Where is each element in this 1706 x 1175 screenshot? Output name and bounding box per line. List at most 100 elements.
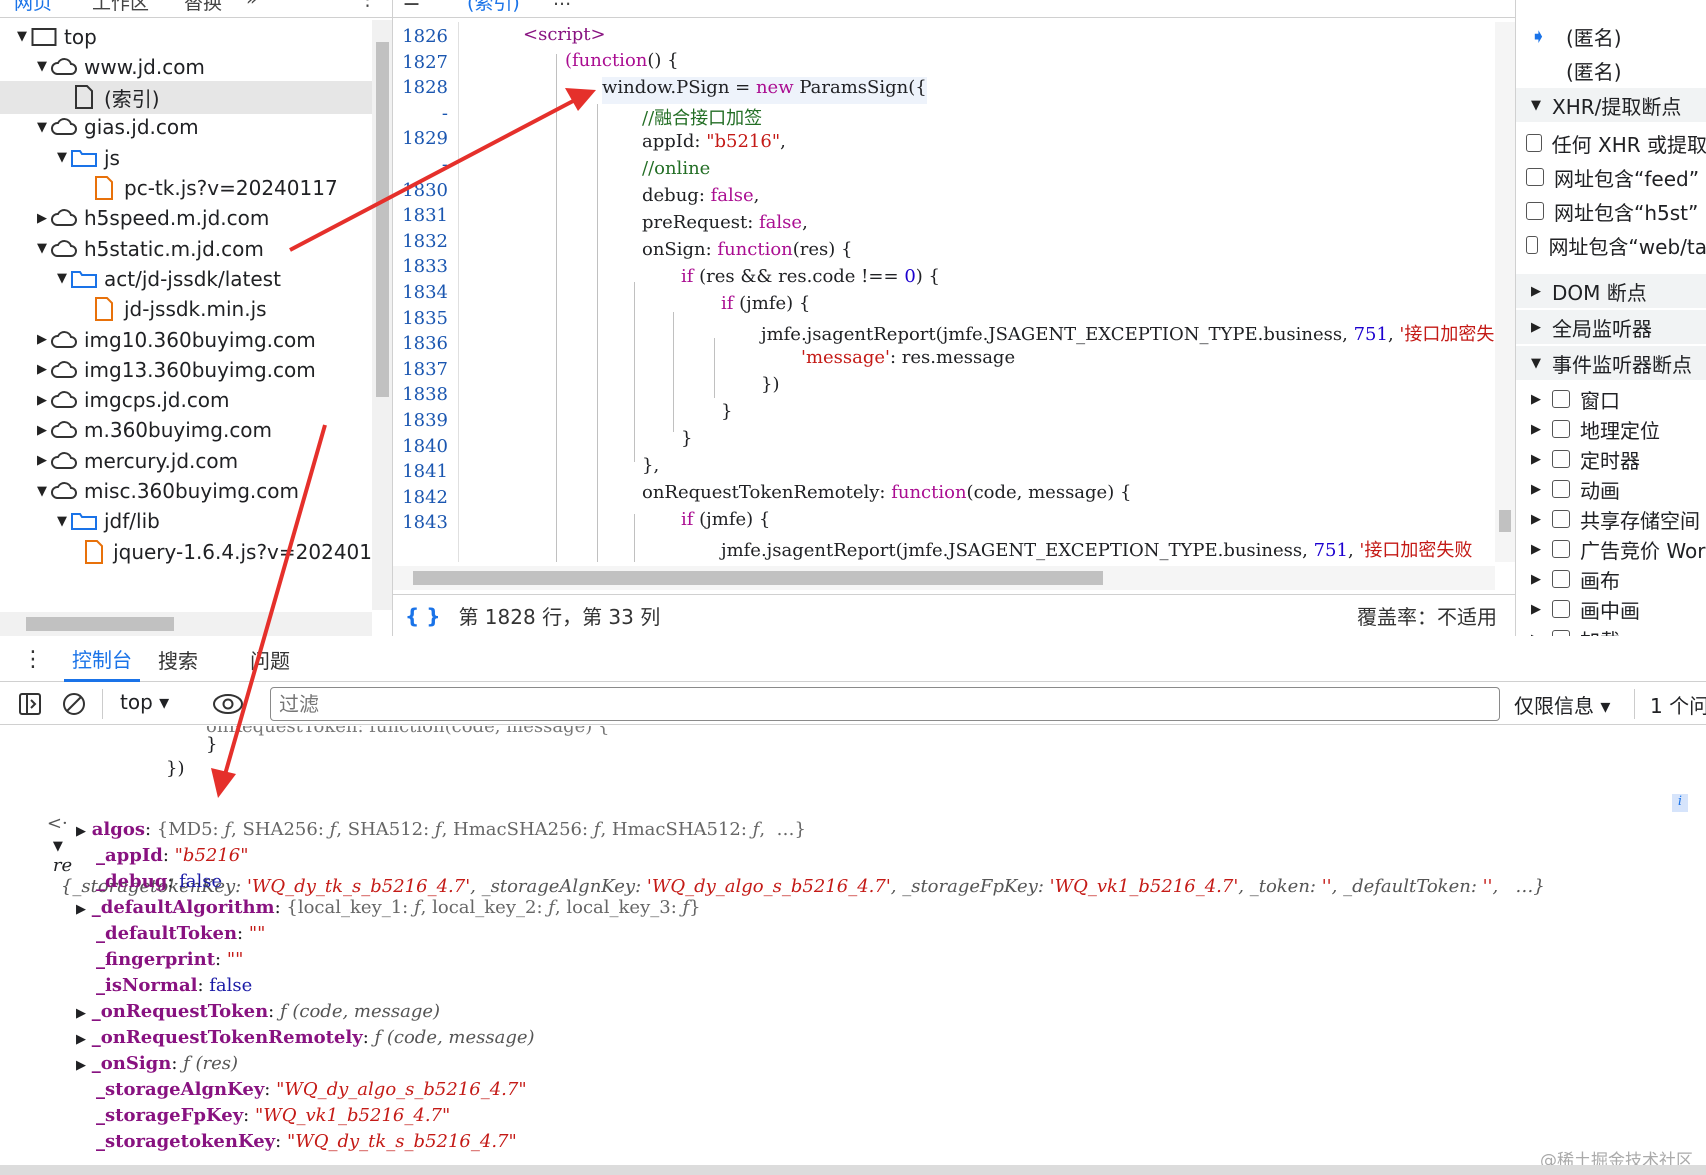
tree-item[interactable]: ▼ gias.jd.com (0, 111, 372, 144)
xhr-breakpoint-item[interactable]: 网址包含“h5st” (1516, 194, 1706, 228)
clear-console-icon[interactable] (62, 692, 86, 716)
event-listener-breakpoints-header[interactable]: ▼ 事件监听器断点 (1516, 346, 1706, 380)
nav-tab-page[interactable]: 网页 (14, 0, 52, 15)
line-number[interactable]: 1840 (402, 436, 448, 457)
expand-right-icon[interactable]: ▶ (34, 423, 50, 438)
code-content[interactable]: <script> (function() { window.PSign = ne… (459, 22, 1495, 562)
checkbox[interactable] (1526, 168, 1544, 186)
expand-right-icon[interactable]: ▶ (34, 332, 50, 347)
more-options-icon[interactable]: ⋮ (358, 0, 377, 10)
line-number[interactable]: 1838 (402, 384, 448, 405)
log-level-dropdown[interactable]: 仅限信息 ▾ (1514, 690, 1610, 719)
line-number[interactable]: 1828 (402, 77, 448, 98)
line-number[interactable]: - (442, 103, 448, 124)
tab-search[interactable]: 搜索 (158, 637, 198, 682)
global-listeners-header[interactable]: ▶ 全局监听器 (1516, 310, 1706, 344)
eye-icon[interactable] (212, 692, 244, 716)
tree-item[interactable]: ▼ js (0, 141, 372, 174)
editor-tab-more[interactable]: ... (553, 0, 571, 10)
line-number[interactable]: 1826 (402, 26, 448, 47)
checkbox[interactable] (1552, 450, 1570, 468)
expand-right-icon[interactable]: ▶ (1528, 572, 1544, 587)
tree-item[interactable]: (索引) (0, 80, 372, 114)
expand-right-icon[interactable]: ▶ (1528, 542, 1544, 557)
checkbox[interactable] (1526, 236, 1539, 254)
tree-item[interactable]: ▶ img10.360buyimg.com (0, 323, 372, 356)
tree-item[interactable]: pc-tk.js?v=20240117 (0, 172, 372, 205)
line-number[interactable]: 1839 (402, 410, 448, 431)
expand-down-icon[interactable]: ▼ (34, 120, 50, 135)
sidebar-toggle-icon[interactable] (18, 692, 42, 716)
tree-item[interactable]: ▼ act/jd-jssdk/latest (0, 262, 372, 295)
event-breakpoint-item[interactable]: ▶ 定时器 (1516, 444, 1706, 474)
event-breakpoint-item[interactable]: ▶ 广告竞价 Wor (1516, 534, 1706, 564)
editor-menu-icon[interactable]: ☰ (403, 0, 420, 10)
event-breakpoint-item[interactable]: ▶ 窗口 (1516, 384, 1706, 414)
checkbox[interactable] (1552, 420, 1570, 438)
expand-right-icon[interactable]: ▶ (34, 393, 50, 408)
expand-down-icon[interactable]: ▼ (34, 241, 50, 256)
tree-item[interactable]: ▶ mercury.jd.com (0, 444, 372, 477)
checkbox[interactable] (1552, 480, 1570, 498)
expand-right-icon[interactable]: ▶ (1528, 602, 1544, 617)
tab-issues[interactable]: 问题 (250, 637, 290, 682)
line-number[interactable]: 1832 (402, 231, 448, 252)
expand-down-icon[interactable]: ▼ (14, 29, 30, 44)
drawer-menu-icon[interactable]: ⋮ (22, 637, 44, 682)
event-breakpoint-item[interactable]: ▶ 加载 (1516, 624, 1706, 636)
checkbox[interactable] (1552, 570, 1570, 588)
expand-down-icon[interactable]: ▼ (54, 150, 70, 165)
callstack-frame[interactable]: (匿名) (1516, 54, 1706, 86)
xhr-breakpoints-header[interactable]: ▼ XHR/提取断点 (1516, 88, 1706, 122)
object-property[interactable]: ▶ _defaultAlgorithm: {local_key_1: ƒ, lo… (76, 897, 701, 923)
expand-down-icon[interactable]: ▼ (54, 514, 70, 529)
event-breakpoint-item[interactable]: ▶ 画中画 (1516, 594, 1706, 624)
expand-right-icon[interactable]: ▶ (34, 362, 50, 377)
event-breakpoint-item[interactable]: ▶ 画布 (1516, 564, 1706, 594)
info-icon[interactable]: i (1672, 794, 1688, 812)
tree-item[interactable]: ▼ jdf/lib (0, 505, 372, 538)
line-number[interactable]: 1830 (402, 180, 448, 201)
line-number[interactable]: 1831 (402, 205, 448, 226)
tree-item[interactable]: ▼ misc.360buyimg.com (0, 475, 372, 508)
checkbox[interactable] (1526, 134, 1542, 152)
line-number[interactable]: 1841 (402, 461, 448, 482)
expand-right-icon[interactable]: ▶ (1528, 512, 1544, 527)
line-number[interactable]: 1842 (402, 487, 448, 508)
dom-breakpoints-header[interactable]: ▶ DOM 断点 (1516, 274, 1706, 308)
checkbox[interactable] (1552, 630, 1570, 636)
line-number[interactable]: 1843 (402, 512, 448, 533)
line-number[interactable]: 1834 (402, 282, 448, 303)
checkbox[interactable] (1552, 540, 1570, 558)
tree-item[interactable]: jquery-1.6.4.js?v=202401 (0, 535, 372, 568)
expand-right-icon[interactable]: ▶ (34, 453, 50, 468)
pretty-print-icon[interactable]: { } (405, 604, 440, 628)
expand-down-icon[interactable]: ▼ (54, 271, 70, 286)
expand-right-icon[interactable]: ▶ (1528, 452, 1544, 467)
expand-right-icon[interactable]: ▶ (1528, 632, 1544, 637)
checkbox[interactable] (1552, 600, 1570, 618)
editor-tab-index[interactable]: (索引) (467, 0, 520, 15)
line-number[interactable]: 1829 (402, 128, 448, 149)
expand-right-icon[interactable]: ▶ (1528, 392, 1544, 407)
tab-console[interactable]: 控制台 (64, 637, 140, 682)
xhr-breakpoint-item[interactable]: 网址包含“feed” (1516, 160, 1706, 194)
expand-right-icon[interactable]: ▶ (1528, 482, 1544, 497)
editor-vertical-scrollbar[interactable] (1495, 22, 1515, 562)
xhr-breakpoint-item[interactable]: 任何 XHR 或提取 (1516, 126, 1706, 160)
filter-input[interactable] (270, 687, 1500, 721)
tree-item[interactable]: ▶ img13.360buyimg.com (0, 353, 372, 386)
object-property[interactable]: ▶ _onRequestTokenRemotely: ƒ (code, mess… (76, 1027, 535, 1053)
tree-item[interactable]: ▶ imgcps.jd.com (0, 384, 372, 417)
event-breakpoint-item[interactable]: ▶ 共享存储空间 (1516, 504, 1706, 534)
console-object-summary[interactable]: <· ▼ re {_storagetokenKey: 'WQ_dy_tk_s_b… (24, 792, 1704, 897)
tree-item[interactable]: ▶ m.360buyimg.com (0, 414, 372, 447)
line-number[interactable]: 1827 (402, 52, 448, 73)
context-selector[interactable]: top ▾ (120, 690, 169, 714)
navigator-horizontal-scrollbar[interactable] (0, 612, 372, 636)
checkbox[interactable] (1552, 390, 1570, 408)
tree-item[interactable]: ▼ www.jd.com (0, 50, 372, 83)
issues-counter[interactable]: 1 个问 (1650, 690, 1706, 719)
tree-item[interactable]: ▼ top (0, 20, 372, 53)
tree-item[interactable]: ▶ h5speed.m.jd.com (0, 202, 372, 235)
